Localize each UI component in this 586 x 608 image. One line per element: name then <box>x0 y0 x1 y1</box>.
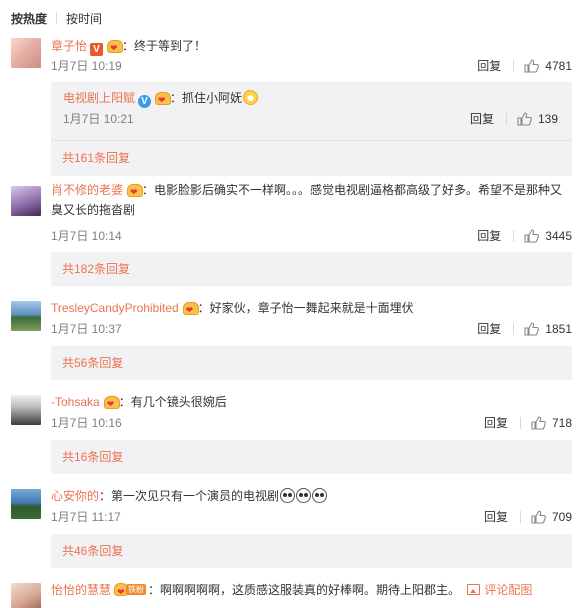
verified-icon: V <box>138 95 152 108</box>
comment-time: 1月7日 10:19 <box>51 59 122 73</box>
sort-bar: 按热度 按时间 <box>11 9 102 27</box>
comment-meta: 1月7日 11:17 回复 709 <box>51 507 572 527</box>
thumbs-up-icon[interactable] <box>531 416 546 430</box>
comment-text: 心安你的：第一次见只有一个演员的电视剧 <box>51 486 572 506</box>
comment-item: 章子怡V：终于等到了！ 1月7日 10:19 回复 4781 电视剧上阳赋V：抓… <box>0 36 586 176</box>
comment-text: TresleyCandyProhibited ：好家伙，章子怡一舞起来就是十面埋伏 <box>51 298 572 320</box>
comment-time: 1月7日 10:37 <box>51 322 122 336</box>
like-count: 3445 <box>545 229 572 243</box>
action-divider <box>513 60 515 72</box>
comment-meta: 1月7日 10:16 回复 718 <box>51 413 572 433</box>
comment-text: 章子怡V ：终于等到了！ <box>51 36 572 58</box>
comment-time: 1月7日 10:16 <box>51 416 122 430</box>
sub-reply-time: 1月7日 10:21 <box>63 112 134 126</box>
avatar[interactable] <box>11 186 41 216</box>
reply-button[interactable]: 回复 <box>484 413 508 433</box>
action-divider <box>505 113 507 125</box>
fan-heart-icon <box>126 182 144 202</box>
avatar[interactable] <box>11 38 41 68</box>
more-replies-link[interactable]: 共46条回复 <box>62 543 123 559</box>
like-count: 139 <box>537 112 558 126</box>
comment-item: 怡怡的慧慧 铁粉：啊啊啊啊啊，这质感这服装真的好棒啊。期待上阳郡主。 评论配图 <box>0 580 586 608</box>
comment-item: -Tohsaka ：有几个镜头很婉后 1月7日 10:16 回复 718 共16条… <box>0 392 586 482</box>
reply-button[interactable]: 回复 <box>477 319 501 339</box>
like-count: 718 <box>551 416 572 430</box>
reply-button[interactable]: 回复 <box>470 109 494 129</box>
comment-content: ：有几个镜头很婉后 <box>118 395 227 409</box>
more-replies-box: 共182条回复 <box>51 252 572 286</box>
more-replies-link[interactable]: 共56条回复 <box>62 355 123 371</box>
comment-username[interactable]: 章子怡 <box>51 39 87 53</box>
like-count: 1851 <box>545 322 572 336</box>
thumbs-up-icon[interactable] <box>524 229 540 243</box>
comment-item: TresleyCandyProhibited ：好家伙，章子怡一舞起来就是十面埋伏… <box>0 298 586 388</box>
thumbs-up-icon[interactable] <box>531 510 546 524</box>
comment-text: -Tohsaka ：有几个镜头很婉后 <box>51 392 572 414</box>
comment-item: 心安你的：第一次见只有一个演员的电视剧 1月7日 11:17 回复 709 共4… <box>0 486 586 576</box>
more-replies-link[interactable]: 共161条回复 <box>62 150 130 166</box>
verified-icon: V <box>90 43 104 56</box>
thumbs-up-icon[interactable] <box>524 59 540 73</box>
sort-by-hot[interactable]: 按热度 <box>11 10 47 27</box>
comment-username[interactable]: 怡怡的慧慧 <box>51 583 111 597</box>
avatar[interactable] <box>11 583 41 608</box>
shocked-emoji-icon <box>296 488 312 503</box>
thumbs-up-icon[interactable] <box>517 112 532 126</box>
crying-emoji-icon <box>243 90 259 105</box>
sub-reply-content: ：抓住小阿妩 <box>170 91 243 105</box>
comment-username[interactable]: -Tohsaka <box>51 395 100 409</box>
comment-meta: 1月7日 10:14 回复 3445 <box>51 226 572 246</box>
shocked-emoji-icon <box>280 488 296 503</box>
avatar[interactable] <box>11 395 41 425</box>
comment-image-label: 评论配图 <box>484 583 533 597</box>
sub-reply-meta: 1月7日 10:21 回复 139 <box>63 109 558 129</box>
like-count: 4781 <box>545 59 572 73</box>
comment-content: ：第一次见只有一个演员的电视剧 <box>99 489 280 503</box>
more-replies-box: 共16条回复 <box>51 440 572 474</box>
reply-divider <box>51 140 572 141</box>
comment-image-link[interactable]: 评论配图 <box>467 583 532 597</box>
comment-meta: 1月7日 10:37 回复 1851 <box>51 319 572 339</box>
sort-by-time[interactable]: 按时间 <box>66 10 102 27</box>
fan-heart-icon <box>182 300 199 320</box>
avatar[interactable] <box>11 301 41 331</box>
sub-reply-username[interactable]: 电视剧上阳赋 <box>63 91 135 105</box>
thumbs-up-icon[interactable] <box>524 322 540 336</box>
comment-username[interactable]: 肖不修的老婆 <box>51 183 123 197</box>
comment-content: ：好家伙，章子怡一舞起来就是十面埋伏 <box>197 301 414 315</box>
reply-button[interactable]: 回复 <box>477 56 501 76</box>
sub-reply-text: 电视剧上阳赋V ：抓住小阿妩 <box>63 88 558 110</box>
comment-username[interactable]: 心安你的 <box>51 489 99 503</box>
more-replies-box: 共46条回复 <box>51 534 572 568</box>
comment-content: ：啊啊啊啊啊，这质感这服装真的好棒啊。期待上阳郡主。 <box>148 583 461 597</box>
comment-meta: 1月7日 10:19 回复 4781 <box>51 56 572 76</box>
fan-badge-label: 铁粉 <box>126 584 147 595</box>
comment-text: 肖不修的老婆：电影脸影后确实不一样啊。。。感觉电视剧逼格都高级了好多。希望不是那… <box>51 180 572 220</box>
more-replies-box: 共56条回复 <box>51 346 572 380</box>
action-divider <box>513 230 515 242</box>
image-icon <box>467 584 481 595</box>
sub-reply: 电视剧上阳赋V ：抓住小阿妩 1月7日 10:21 回复 139 共161条回复 <box>51 82 572 176</box>
reply-button[interactable]: 回复 <box>477 226 501 246</box>
fan-heart-icon <box>106 38 124 58</box>
action-divider <box>519 511 521 523</box>
like-count: 709 <box>551 510 572 524</box>
avatar[interactable] <box>11 489 41 519</box>
fan-badge: 铁粉 <box>114 582 148 602</box>
shocked-emoji-icon <box>312 488 328 503</box>
reply-button[interactable]: 回复 <box>484 507 508 527</box>
comment-item: 肖不修的老婆：电影脸影后确实不一样啊。。。感觉电视剧逼格都高级了好多。希望不是那… <box>0 180 586 290</box>
fan-heart-icon <box>154 90 172 110</box>
comment-content: ：终于等到了！ <box>122 39 207 53</box>
more-replies-link[interactable]: 共182条回复 <box>62 261 130 277</box>
action-divider <box>513 323 515 335</box>
more-replies-link[interactable]: 共16条回复 <box>62 449 123 465</box>
sort-divider <box>56 12 58 24</box>
fan-heart-icon <box>103 394 120 414</box>
comment-time: 1月7日 10:14 <box>51 229 122 243</box>
comment-time: 1月7日 11:17 <box>51 510 121 524</box>
action-divider <box>519 417 521 429</box>
comment-text: 怡怡的慧慧 铁粉：啊啊啊啊啊，这质感这服装真的好棒啊。期待上阳郡主。 评论配图 <box>51 580 572 602</box>
comment-username[interactable]: TresleyCandyProhibited <box>51 301 179 315</box>
